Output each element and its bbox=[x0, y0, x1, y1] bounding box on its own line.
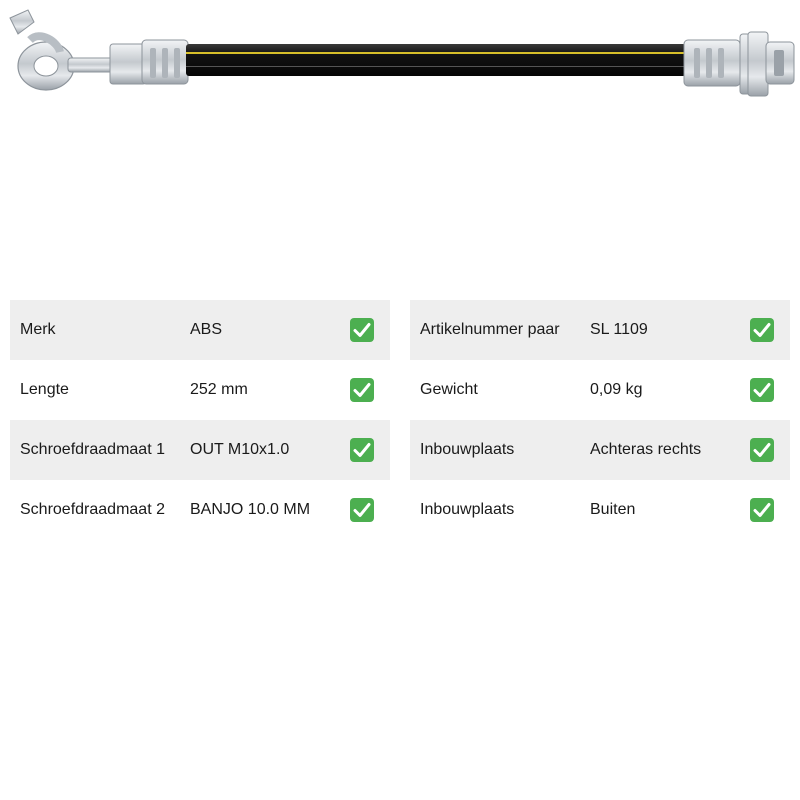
spec-row: Merk ABS bbox=[10, 300, 390, 360]
spec-label: Artikelnummer paar bbox=[420, 321, 560, 338]
spec-table-right: Artikelnummer paar SL 1109 Gewicht 0,09 … bbox=[410, 300, 790, 540]
spec-value: BANJO 10.0 MM bbox=[190, 501, 311, 518]
spec-table-left: Merk ABS Lengte 252 mm Schroefdraadmaat … bbox=[10, 300, 390, 540]
check-mark-icon bbox=[750, 378, 774, 402]
product-page: Merk ABS Lengte 252 mm Schroefdraadmaat … bbox=[0, 0, 800, 800]
spec-row: Artikelnummer paar SL 1109 bbox=[410, 300, 790, 360]
spec-value: Buiten bbox=[590, 501, 636, 518]
spec-value: OUT M10x1.0 bbox=[190, 441, 290, 458]
spec-row: Schroefdraadmaat 2 BANJO 10.0 MM bbox=[10, 480, 390, 540]
check-mark-icon bbox=[750, 498, 774, 522]
check-mark-icon bbox=[750, 438, 774, 462]
spec-label: Schroefdraadmaat 2 bbox=[20, 501, 165, 518]
spec-label: Lengte bbox=[20, 381, 69, 398]
check-mark-icon bbox=[350, 318, 374, 342]
spec-value: SL 1109 bbox=[590, 321, 648, 338]
spec-row: Inbouwplaats Buiten bbox=[410, 480, 790, 540]
product-image bbox=[0, 0, 800, 130]
spec-label: Schroefdraadmaat 1 bbox=[20, 441, 165, 458]
spec-label: Gewicht bbox=[420, 381, 478, 398]
spec-row: Gewicht 0,09 kg bbox=[410, 360, 790, 420]
spec-row: Lengte 252 mm bbox=[10, 360, 390, 420]
check-mark-icon bbox=[750, 318, 774, 342]
spec-row: Schroefdraadmaat 1 OUT M10x1.0 bbox=[10, 420, 390, 480]
check-mark-icon bbox=[350, 498, 374, 522]
spec-label: Merk bbox=[20, 321, 56, 338]
spec-value: 252 mm bbox=[190, 381, 248, 398]
check-mark-icon bbox=[350, 438, 374, 462]
spec-value: Achteras rechts bbox=[590, 441, 702, 458]
check-mark-icon bbox=[350, 378, 374, 402]
spec-value: ABS bbox=[190, 321, 223, 338]
spec-row: Inbouwplaats Achteras rechts bbox=[410, 420, 790, 480]
spec-value: 0,09 kg bbox=[590, 381, 643, 398]
spec-label: Inbouwplaats bbox=[420, 441, 515, 458]
brake-hose-icon bbox=[9, 9, 795, 97]
spec-label: Inbouwplaats bbox=[420, 501, 515, 518]
